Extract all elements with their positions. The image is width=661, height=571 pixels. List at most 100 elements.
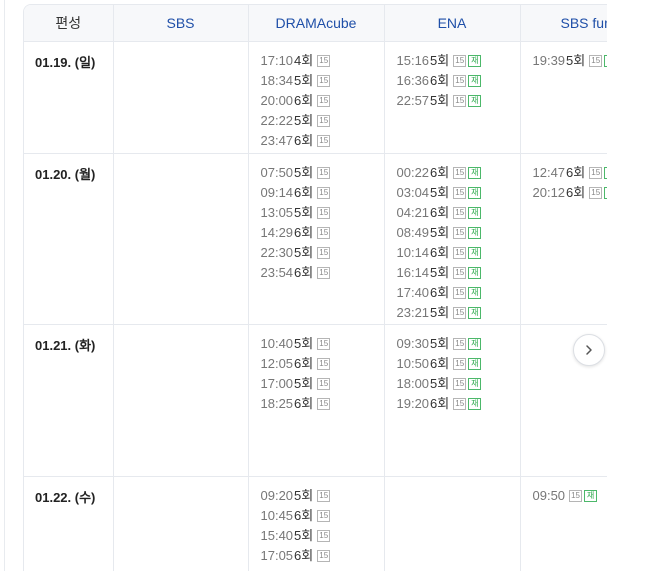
rerun-badge: 재 [584,489,598,502]
schedule-entry[interactable]: 20:006회 15 [261,91,384,111]
schedule-entry[interactable]: 17:406회 15 재 [397,283,520,303]
header-row: 편성 SBS DRAMAcube ENA SBS fun [24,5,607,42]
schedule-entry[interactable]: 23:546회 15 [261,263,384,283]
schedule-entry[interactable]: 12:476회15재 [533,163,607,183]
schedule-row: 01.21. (화) 10:405회 15 12:056회 15 17:005회 15 18:… [24,324,607,477]
episode-number: 6회 [430,285,450,300]
schedule-entry[interactable]: 00:226회 15 재 [397,163,520,183]
schedule-entry[interactable]: 09:305회 15 재 [397,334,520,354]
air-time: 20:12 [532,185,566,200]
schedule-entry[interactable]: 18:005회 15 재 [397,374,520,394]
air-time: 07:50 [260,165,294,180]
schedule-cell-dramacube: 07:505회 15 09:146회 15 13:055회 15 14:296회 15 22:3… [248,153,385,325]
air-time: 08:49 [396,225,430,240]
air-time: 19:39 [532,53,566,68]
channel-header-ena[interactable]: ENA [384,5,521,42]
air-time: 03:04 [396,185,430,200]
air-time: 09:50 [532,488,566,503]
schedule-column-header: 편성 [24,5,114,42]
air-time: 22:57 [396,93,430,108]
air-time: 17:00 [260,376,294,391]
schedule-entry[interactable]: 18:256회 15 [261,394,384,414]
schedule-cell-sbs-fun: 09:50 15 재 [520,476,608,571]
air-time: 23:21 [396,305,430,320]
air-time: 22:30 [260,245,294,260]
air-time: 10:40 [260,336,294,351]
schedule-panel: 편성 SBS DRAMAcube ENA SBS fun 01.19. (일) 1… [4,0,607,571]
schedule-entry[interactable]: 20:126회15재 [532,183,607,203]
schedule-entry[interactable]: 14:296회 15 [261,223,384,243]
air-time: 10:14 [396,245,430,260]
air-time: 18:34 [260,73,294,88]
schedule-entry[interactable]: 17:104회 15 [261,51,384,71]
rating-15-badge: 15 [589,186,603,199]
schedule-entry[interactable]: 09:50 15 재 [533,486,608,506]
rating-15-badge: 15 [453,54,467,67]
episode-number: 6회 [430,245,450,260]
schedule-entry[interactable]: 07:505회 15 [261,163,384,183]
schedule-entry[interactable]: 10:405회 15 [261,334,384,354]
schedule-entry[interactable]: 23:476회 15 [261,131,384,151]
schedule-entry[interactable]: 10:506회 15 재 [397,354,520,374]
schedule-cell-ena: 00:226회 15 재 03:045회 15 재 04:216회 15 재 08:495회 15 재… [384,153,521,325]
episode-number: 6회 [294,508,314,523]
schedule-entry[interactable]: 04:216회 15 재 [397,203,520,223]
schedule-entry[interactable]: 22:575회 15 재 [397,91,520,111]
schedule-entry[interactable]: 15:165회 15 재 [397,51,520,71]
air-time: 10:50 [396,356,430,371]
schedule-entry[interactable]: 18:345회 15 [261,71,384,91]
episode-number: 6회 [430,73,450,88]
rerun-badge: 재 [468,226,482,239]
rating-15-badge: 15 [317,94,331,107]
schedule-row: 01.22. (수) 09:205회 15 10:456회 15 15:405회 15 17:… [24,476,608,571]
rating-15-badge: 15 [317,397,331,410]
episode-number: 5회 [430,225,450,240]
episode-number: 6회 [430,356,450,371]
schedule-entry[interactable]: 08:495회 15 재 [397,223,520,243]
rating-15-badge: 15 [317,166,331,179]
rating-15-badge: 15 [317,134,331,147]
schedule-entry[interactable]: 15:405회 15 [261,526,384,546]
episode-number: 5회 [566,53,586,68]
rerun-badge: 재 [468,357,482,370]
air-time: 09:30 [396,336,430,351]
schedule-entry[interactable]: 22:305회 15 [261,243,384,263]
schedule-entry[interactable]: 17:005회 15 [261,374,384,394]
schedule-entry[interactable]: 03:045회 15 재 [397,183,520,203]
schedule-entry[interactable]: 13:055회 15 [261,203,384,223]
schedule-table-wrapper: 편성 SBS DRAMAcube ENA SBS fun 01.19. (일) 1… [23,4,607,571]
episode-number: 5회 [294,336,314,351]
next-page-button[interactable] [573,334,605,366]
channel-header-sbs[interactable]: SBS [113,5,249,42]
channel-header-sbs-fun[interactable]: SBS fun [520,5,607,42]
air-time: 15:16 [396,53,430,68]
schedule-entry[interactable]: 23:215회 15 재 [397,303,520,323]
schedule-entry[interactable]: 10:146회 15 재 [397,243,520,263]
schedule-entry[interactable]: 12:056회 15 [261,354,384,374]
schedule-entry[interactable]: 19:395회15재 [532,51,607,71]
episode-number: 6회 [294,225,314,240]
rerun-badge: 재 [468,337,482,350]
rating-15-badge: 15 [317,54,331,67]
schedule-entry[interactable]: 17:056회 15 [261,546,384,566]
schedule-entry[interactable]: 19:206회 15 재 [397,394,520,414]
schedule-entry[interactable]: 16:366회 15 재 [397,71,520,91]
air-time: 17:10 [260,53,294,68]
rating-15-badge: 15 [317,549,331,562]
rerun-badge: 재 [468,166,482,179]
schedule-entry[interactable]: 09:205회 15 [261,486,384,506]
rerun-badge: 재 [604,54,607,67]
episode-number: 5회 [294,165,314,180]
air-time: 10:45 [260,508,294,523]
schedule-entry[interactable]: 09:146회 15 [261,183,384,203]
schedule-row: 01.19. (일) 17:104회 15 18:345회 15 20:006회 15 22:… [24,41,607,154]
schedule-entry[interactable]: 10:456회 15 [261,506,384,526]
rating-15-badge: 15 [453,377,467,390]
episode-number: 5회 [430,93,450,108]
episode-number: 6회 [294,356,314,371]
schedule-entry[interactable]: 16:145회 15 재 [397,263,520,283]
schedule-entry[interactable]: 22:225회 15 [261,111,384,131]
rating-15-badge: 15 [589,166,603,179]
rerun-badge: 재 [468,186,482,199]
channel-header-dramacube[interactable]: DRAMAcube [248,5,385,42]
